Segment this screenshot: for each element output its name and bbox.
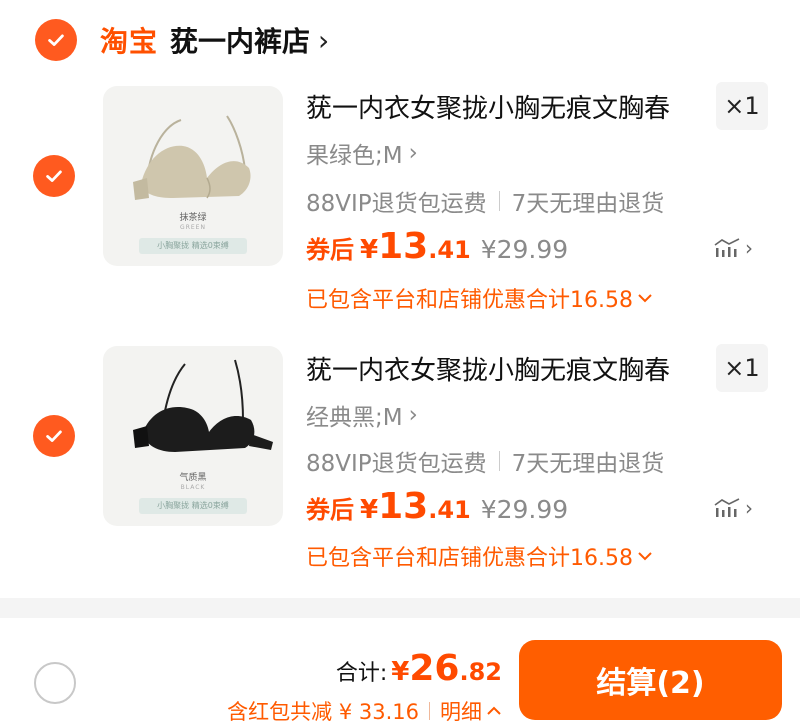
coupon-price-label: 券后 bbox=[306, 236, 354, 264]
total-integer: 26 bbox=[409, 648, 460, 689]
store-name[interactable]: 莸一内裤店 bbox=[170, 20, 310, 60]
variant-selector[interactable]: 果绿色;M › bbox=[306, 136, 418, 170]
chevron-right-icon: › bbox=[408, 402, 418, 428]
price-currency: ¥ bbox=[360, 235, 379, 265]
check-icon bbox=[46, 430, 62, 442]
cart-item: 抹茶绿 GREEN 小胸聚拢 精选0束缚 莸一内衣女聚拢小胸无痕文胸春 ×1 果… bbox=[0, 80, 800, 320]
original-price: ¥29.99 bbox=[480, 495, 569, 524]
chevron-right-icon: › bbox=[408, 140, 418, 166]
chevron-down-icon bbox=[638, 294, 652, 303]
item-select-checkbox[interactable] bbox=[33, 415, 75, 457]
product-title[interactable]: 莸一内衣女聚拢小胸无痕文胸春 bbox=[306, 88, 701, 125]
service-tags: 88VIP退货包运费 7天无理由退货 bbox=[306, 444, 664, 478]
discount-text: 已包含平台和店铺优惠合计16.58 bbox=[306, 288, 633, 313]
section-divider bbox=[0, 598, 800, 618]
price-row: 券后 ¥ 13 .41 ¥29.99 bbox=[306, 226, 568, 267]
variant-label: 果绿色;M bbox=[306, 143, 403, 169]
check-icon bbox=[48, 34, 64, 46]
price-decimal: .41 bbox=[428, 496, 471, 524]
service-7day-return: 7天无理由退货 bbox=[511, 451, 665, 477]
chevron-up-icon bbox=[487, 706, 501, 715]
price-integer: 13 bbox=[378, 486, 429, 527]
cart-item: 气质黑 BLACK 小胸聚拢 精选0束缚 莸一内衣女聚拢小胸无痕文胸春 ×1 经… bbox=[0, 342, 800, 582]
chevron-right-icon: › bbox=[745, 496, 753, 520]
total-label: 合计: bbox=[335, 661, 388, 686]
original-price: ¥29.99 bbox=[480, 235, 569, 264]
coupon-price-label: 券后 bbox=[306, 496, 354, 524]
price-currency: ¥ bbox=[360, 495, 379, 525]
product-image[interactable]: 抹茶绿 GREEN 小胸聚拢 精选0束缚 bbox=[103, 86, 283, 266]
image-promo-bar: 小胸聚拢 精选0束缚 bbox=[139, 498, 247, 514]
total-decimal: .82 bbox=[459, 658, 502, 686]
product-title[interactable]: 莸一内衣女聚拢小胸无痕文胸春 bbox=[306, 350, 701, 387]
image-color-tag: 气质黑 bbox=[179, 473, 207, 483]
item-select-checkbox[interactable] bbox=[33, 155, 75, 197]
quantity-selector[interactable]: ×1 bbox=[716, 344, 768, 392]
taobao-logo: 淘宝 bbox=[100, 25, 159, 58]
check-icon bbox=[46, 170, 62, 182]
checkout-bar: 合计: ¥ 26 .82 含红包共减 ¥ 33.16 明细 结算(2) bbox=[0, 618, 800, 727]
service-return-shipping: 88VIP退货包运费 bbox=[306, 191, 487, 217]
total-price: 合计: ¥ 26 .82 bbox=[336, 648, 502, 689]
price-trend-icon bbox=[714, 238, 740, 257]
chevron-right-icon: › bbox=[318, 23, 330, 57]
checkout-button[interactable]: 结算(2) bbox=[519, 640, 782, 720]
divider bbox=[498, 451, 500, 471]
discount-text: 已包含平台和店铺优惠合计16.58 bbox=[306, 546, 633, 571]
detail-label: 明细 bbox=[440, 700, 482, 724]
image-color-tag-en: BLACK bbox=[180, 484, 206, 491]
discount-summary[interactable]: 已包含平台和店铺优惠合计16.58 bbox=[306, 282, 653, 314]
total-currency: ¥ bbox=[391, 657, 410, 687]
savings-text: 含红包共减 ¥ 33.16 bbox=[227, 700, 419, 724]
chevron-down-icon bbox=[638, 552, 652, 561]
image-color-tag-en: GREEN bbox=[180, 224, 206, 231]
price-trend-button[interactable]: › bbox=[713, 236, 753, 260]
store-select-checkbox[interactable] bbox=[35, 19, 77, 61]
image-color-tag: 抹茶绿 bbox=[179, 213, 207, 223]
service-tags: 88VIP退货包运费 7天无理由退货 bbox=[306, 184, 664, 218]
discount-summary[interactable]: 已包含平台和店铺优惠合计16.58 bbox=[306, 540, 653, 572]
quantity-selector[interactable]: ×1 bbox=[716, 82, 768, 130]
savings-summary[interactable]: 含红包共减 ¥ 33.16 明细 bbox=[227, 696, 502, 726]
variant-selector[interactable]: 经典黑;M › bbox=[306, 398, 418, 432]
image-promo-bar: 小胸聚拢 精选0束缚 bbox=[139, 238, 247, 254]
variant-label: 经典黑;M bbox=[306, 405, 403, 431]
select-all-checkbox[interactable] bbox=[34, 662, 76, 704]
shopping-cart-page: 淘宝 莸一内裤店 › 抹茶绿 GREEN 小胸聚拢 精选0束缚 莸一内衣女聚拢小… bbox=[0, 0, 800, 727]
product-image[interactable]: 气质黑 BLACK 小胸聚拢 精选0束缚 bbox=[103, 346, 283, 526]
chevron-right-icon: › bbox=[745, 236, 753, 260]
service-7day-return: 7天无理由退货 bbox=[511, 191, 665, 217]
divider bbox=[429, 702, 430, 720]
divider bbox=[498, 191, 500, 211]
price-trend-button[interactable]: › bbox=[713, 496, 753, 520]
price-trend-icon bbox=[714, 498, 740, 517]
price-integer: 13 bbox=[378, 226, 429, 267]
price-decimal: .41 bbox=[428, 236, 471, 264]
price-row: 券后 ¥ 13 .41 ¥29.99 bbox=[306, 486, 568, 527]
store-header[interactable]: 淘宝 莸一内裤店 › bbox=[100, 18, 329, 62]
service-return-shipping: 88VIP退货包运费 bbox=[306, 451, 487, 477]
